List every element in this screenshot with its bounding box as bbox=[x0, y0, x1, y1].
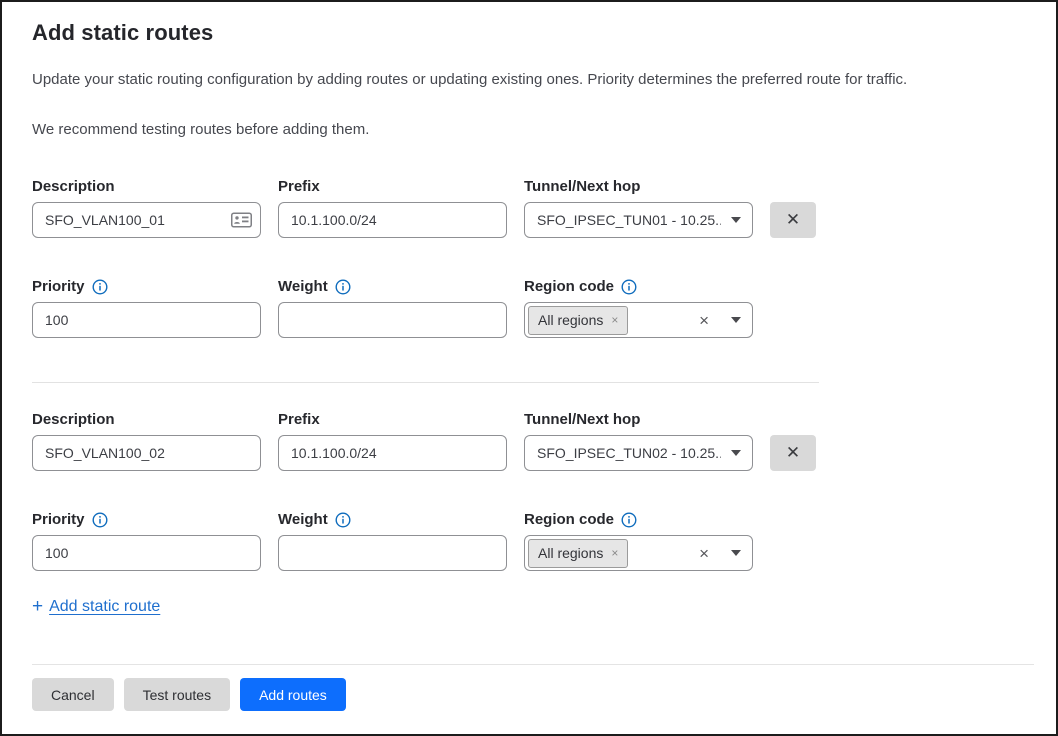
prefix-input[interactable] bbox=[278, 202, 507, 238]
prefix-label: Prefix bbox=[278, 178, 507, 195]
region-tag: All regions × bbox=[528, 306, 628, 335]
info-icon[interactable] bbox=[335, 512, 351, 528]
description-input[interactable] bbox=[32, 202, 261, 238]
tunnel-select[interactable]: SFO_IPSEC_TUN02 - 10.25... bbox=[524, 435, 753, 471]
add-routes-button[interactable]: Add routes bbox=[240, 678, 346, 711]
tunnel-label: Tunnel/Next hop bbox=[524, 178, 753, 195]
section-divider bbox=[32, 382, 819, 383]
close-icon: ✕ bbox=[786, 210, 800, 230]
info-icon[interactable] bbox=[92, 512, 108, 528]
tag-remove-icon[interactable]: × bbox=[611, 314, 618, 326]
description-label: Description bbox=[32, 178, 261, 195]
priority-label: Priority bbox=[32, 511, 261, 528]
add-static-routes-dialog: { "dialog": { "title": "Add static route… bbox=[0, 0, 1058, 736]
weight-label: Weight bbox=[278, 278, 507, 295]
tunnel-label: Tunnel/Next hop bbox=[524, 411, 753, 428]
remove-route-button[interactable]: ✕ bbox=[770, 202, 816, 238]
recommendation-text: We recommend testing routes before addin… bbox=[32, 120, 1034, 140]
priority-label: Priority bbox=[32, 278, 261, 295]
info-icon[interactable] bbox=[92, 279, 108, 295]
tunnel-selected-value: SFO_IPSEC_TUN01 - 10.25... bbox=[537, 212, 721, 228]
region-tag: All regions × bbox=[528, 539, 628, 568]
region-multiselect[interactable]: All regions × × bbox=[524, 302, 753, 338]
weight-input[interactable] bbox=[278, 302, 507, 338]
prefix-input[interactable] bbox=[278, 435, 507, 471]
region-tag-label: All regions bbox=[538, 545, 603, 561]
intro-text: Update your static routing configuration… bbox=[32, 70, 1034, 90]
region-multiselect[interactable]: All regions × × bbox=[524, 535, 753, 571]
chevron-down-icon bbox=[731, 550, 741, 556]
test-routes-button[interactable]: Test routes bbox=[124, 678, 230, 711]
clear-selection-icon[interactable]: × bbox=[699, 545, 709, 562]
cancel-button[interactable]: Cancel bbox=[32, 678, 114, 711]
add-static-route-link[interactable]: + Add static route bbox=[32, 597, 160, 616]
tunnel-selected-value: SFO_IPSEC_TUN02 - 10.25... bbox=[537, 445, 721, 461]
tunnel-select[interactable]: SFO_IPSEC_TUN01 - 10.25... bbox=[524, 202, 753, 238]
chevron-down-icon bbox=[731, 217, 741, 223]
priority-input[interactable] bbox=[32, 535, 261, 571]
chevron-down-icon bbox=[731, 317, 741, 323]
region-label: Region code bbox=[524, 278, 753, 295]
description-label: Description bbox=[32, 411, 261, 428]
priority-input[interactable] bbox=[32, 302, 261, 338]
description-input[interactable] bbox=[32, 435, 261, 471]
tag-remove-icon[interactable]: × bbox=[611, 547, 618, 559]
route-group-1: Description Prefix Tunnel/Next hop bbox=[32, 178, 1034, 338]
chevron-down-icon bbox=[731, 450, 741, 456]
page-title: Add static routes bbox=[32, 18, 1034, 48]
route-group-2: Description Prefix Tunnel/Next hop SFO_I… bbox=[32, 411, 1034, 571]
autofill-contact-icon[interactable] bbox=[231, 213, 252, 228]
region-tag-label: All regions bbox=[538, 312, 603, 328]
weight-label: Weight bbox=[278, 511, 507, 528]
region-label: Region code bbox=[524, 511, 753, 528]
close-icon: ✕ bbox=[786, 443, 800, 463]
remove-route-button[interactable]: ✕ bbox=[770, 435, 816, 471]
clear-selection-icon[interactable]: × bbox=[699, 312, 709, 329]
prefix-label: Prefix bbox=[278, 411, 507, 428]
dialog-footer: Cancel Test routes Add routes bbox=[32, 664, 1034, 711]
weight-input[interactable] bbox=[278, 535, 507, 571]
info-icon[interactable] bbox=[621, 512, 637, 528]
plus-icon: + bbox=[32, 597, 43, 616]
info-icon[interactable] bbox=[335, 279, 351, 295]
info-icon[interactable] bbox=[621, 279, 637, 295]
add-static-route-label: Add static route bbox=[49, 598, 160, 616]
